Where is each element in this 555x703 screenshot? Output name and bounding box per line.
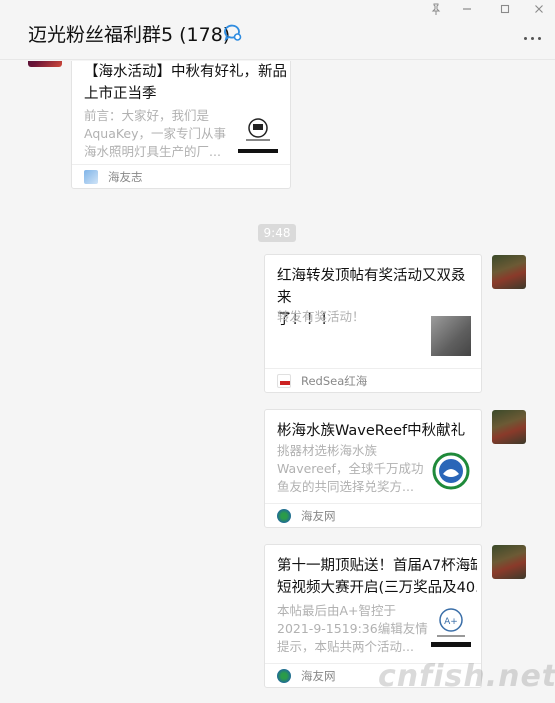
- card-thumbnail: [431, 450, 471, 492]
- source-name: RedSea红海: [301, 374, 368, 388]
- my-avatar[interactable]: [492, 410, 526, 444]
- group-chat-icon[interactable]: [222, 23, 242, 41]
- card-title: 【海水活动】中秋有好礼，新品 上市正当季: [84, 64, 287, 102]
- close-icon[interactable]: [531, 3, 547, 17]
- card-description: 挑器材选彬海水族 Wavereef，全球千万成功 鱼友的共同选择兑奖方...: [277, 443, 424, 494]
- source-logo-icon: [277, 374, 291, 388]
- chat-title: 迈光粉丝福利群5 (178): [28, 24, 231, 46]
- card-title: 彬海水族WaveReef中秋献礼: [277, 423, 466, 439]
- card-thumbnail: [431, 316, 471, 356]
- card-source: 海友志: [72, 164, 290, 188]
- timestamp: 9:48: [258, 224, 296, 242]
- maximize-icon[interactable]: [497, 3, 513, 17]
- pin-icon[interactable]: [428, 3, 444, 17]
- minimize-icon[interactable]: [459, 3, 475, 17]
- card-description: 前言：大家好，我们是 AquaKey，一家专门从事 海水照明灯具生产的厂...: [84, 108, 227, 159]
- source-logo-icon: [84, 170, 98, 184]
- source-logo-icon: [277, 509, 291, 523]
- card-description: 本帖最后由A+智控于 2021-9-1519:36编辑友情 提示，本贴共两个活动…: [277, 603, 428, 654]
- sender-avatar[interactable]: [28, 61, 62, 67]
- chat-message-list[interactable]: 【海水活动】中秋有好礼，新品 上市正当季 前言：大家好，我们是 AquaKey，…: [0, 61, 555, 703]
- svg-text:A+: A+: [444, 617, 458, 627]
- my-avatar[interactable]: [492, 545, 526, 579]
- shared-link-card[interactable]: 【海水活动】中秋有好礼，新品 上市正当季 前言：大家好，我们是 AquaKey，…: [71, 61, 291, 189]
- card-thumbnail: [238, 111, 278, 153]
- card-thumbnail: A+: [431, 605, 471, 647]
- source-name: 海友志: [108, 170, 143, 184]
- card-description: 转发有奖活动！: [277, 309, 365, 324]
- my-avatar[interactable]: [492, 255, 526, 289]
- card-source: 海友网: [265, 503, 481, 527]
- title-bar: 迈光粉丝福利群5 (178): [0, 0, 555, 60]
- shared-link-card[interactable]: 红海转发顶帖有奖活动又双叒来 了！！！ 转发有奖活动！ RedSea红海: [264, 254, 482, 393]
- source-name: 海友网: [301, 509, 336, 523]
- card-source: RedSea红海: [265, 368, 481, 392]
- shared-link-card[interactable]: 彬海水族WaveReef中秋献礼 挑器材选彬海水族 Wavereef，全球千万成…: [264, 409, 482, 528]
- card-title: 第十一期顶贴送！首届A7杯海缸 短视频大赛开启(三万奖品及40...: [277, 558, 477, 596]
- source-logo-icon: [277, 669, 291, 683]
- site-watermark: cnfish.net: [378, 659, 555, 694]
- more-options-icon[interactable]: [523, 30, 543, 46]
- source-name: 海友网: [301, 669, 336, 683]
